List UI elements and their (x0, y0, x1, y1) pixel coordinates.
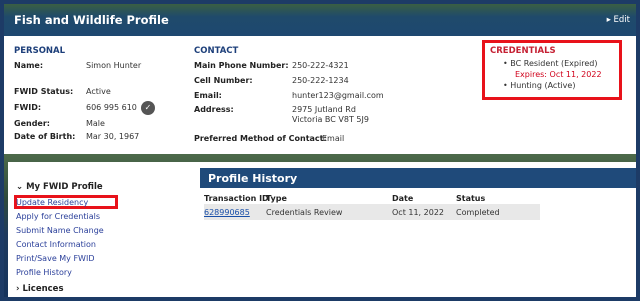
address-label: Address: (194, 105, 234, 114)
dob-label: Date of Birth: (14, 132, 76, 141)
column-header: Status (456, 194, 486, 203)
sidebar-item-apply-credentials[interactable]: Apply for Credentials (16, 212, 100, 221)
column-header: Transaction ID (204, 194, 269, 203)
gender-value: Male (86, 119, 105, 128)
transaction-date: Oct 11, 2022 (392, 208, 444, 217)
edit-link[interactable]: ▸ Edit (607, 15, 630, 25)
fwid-status-value: Active (86, 87, 111, 96)
contact-section-title: CONTACT (194, 46, 239, 56)
profile-panel: PERSONAL Name: Simon Hunter FWID Status:… (4, 36, 636, 154)
main-phone-value: 250-222-4321 (292, 61, 349, 70)
sidebar-item-print-save[interactable]: Print/Save My FWID (16, 254, 95, 263)
credentials-section-title: CREDENTIALS (490, 46, 556, 56)
transaction-status: Completed (456, 208, 500, 217)
transaction-id-link[interactable]: 628990685 (204, 208, 250, 217)
address-line2: Victoria BC V8T 5J9 (292, 115, 369, 124)
preferred-contact-label: Preferred Method of Contact: (194, 134, 327, 143)
page-title: Fish and Wildlife Profile (14, 13, 169, 27)
sidebar-item-profile-history[interactable]: Profile History (16, 268, 72, 277)
sidebar-heading-licences[interactable]: › Licences (16, 284, 64, 294)
dob-value: Mar 30, 1967 (86, 132, 140, 141)
column-header: Date (392, 194, 414, 203)
credential-label: BC Resident (Expired) (510, 59, 598, 68)
credential-label: Hunting (Active) (510, 81, 576, 90)
email-value: hunter123@gmail.com (292, 91, 384, 100)
transaction-type: Credentials Review (266, 208, 343, 217)
name-label: Name: (14, 61, 44, 70)
credential-item: • BC Resident (Expired) (503, 59, 598, 68)
address-line1: 2975 Jutland Rd (292, 105, 356, 114)
gender-label: Gender: (14, 119, 50, 128)
app-frame: Fish and Wildlife Profile ▸ Edit PERSONA… (0, 0, 640, 301)
credentials-highlight-box: CREDENTIALS • BC Resident (Expired) Expi… (482, 40, 622, 100)
verified-badge-icon: ✓ (141, 101, 155, 115)
history-title-bar: Profile History (200, 168, 636, 188)
credential-expiry: Expires: Oct 11, 2022 (515, 70, 602, 79)
name-value: Simon Hunter (86, 61, 142, 70)
email-label: Email: (194, 91, 222, 100)
profile-history-panel: Profile History Transaction ID Type Date… (200, 162, 636, 297)
credential-item: • Hunting (Active) (503, 81, 576, 90)
fwid-value: 606 995 610 (86, 103, 137, 112)
sidebar-item-submit-name-change[interactable]: Submit Name Change (16, 226, 104, 235)
personal-section-title: PERSONAL (14, 46, 66, 56)
cell-label: Cell Number: (194, 76, 253, 85)
sidebar-item-contact-information[interactable]: Contact Information (16, 240, 96, 249)
sidebar-nav: ⌄ My FWID Profile Update Residency Apply… (8, 162, 200, 297)
fwid-label: FWID: (14, 103, 42, 112)
sidebar-heading-my-fwid[interactable]: ⌄ My FWID Profile (16, 182, 103, 192)
history-title: Profile History (208, 172, 298, 185)
cell-value: 250-222-1234 (292, 76, 349, 85)
preferred-contact-value: Email (322, 134, 345, 143)
profile-header-bar: Fish and Wildlife Profile ▸ Edit (4, 4, 636, 36)
sidebar-item-update-residency[interactable]: Update Residency (16, 198, 88, 207)
column-header: Type (266, 194, 287, 203)
fwid-status-label: FWID Status: (14, 87, 74, 96)
main-phone-label: Main Phone Number: (194, 61, 289, 70)
